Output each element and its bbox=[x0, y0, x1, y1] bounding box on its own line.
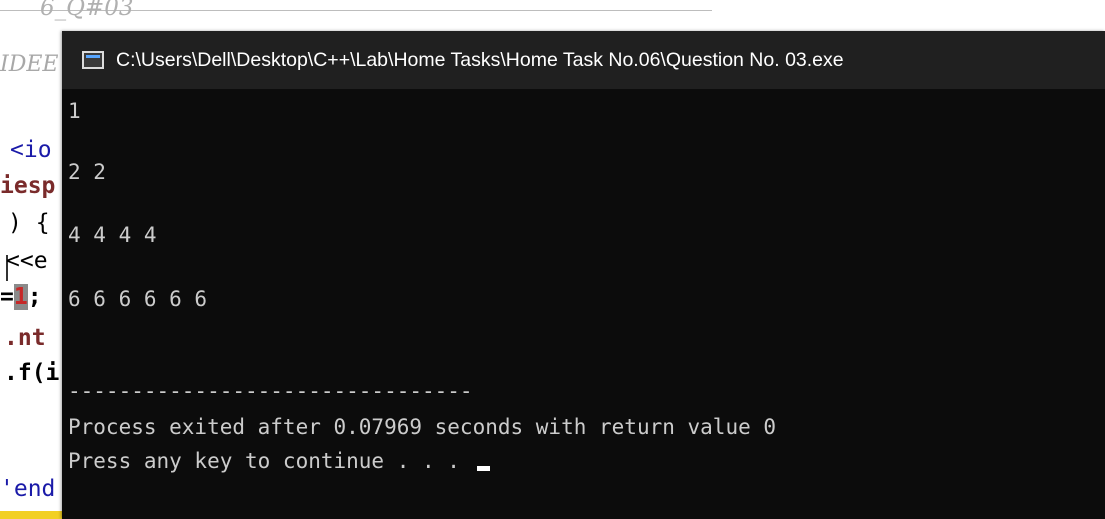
editor-status-strip bbox=[0, 511, 62, 519]
output-separator: -------------------------------- bbox=[68, 379, 473, 403]
exit-message: Process exited after 0.07969 seconds wit… bbox=[68, 415, 777, 439]
editor-cout-line[interactable]: <<e bbox=[6, 247, 48, 275]
console-titlebar[interactable]: C:\Users\Dell\Desktop\C++\Lab\Home Tasks… bbox=[62, 31, 1105, 89]
output-line-2: 2 2 bbox=[68, 160, 106, 184]
console-app-icon bbox=[82, 51, 104, 69]
assign-value-highlight: 1 bbox=[13, 284, 28, 310]
editor-int-line[interactable]: .nt bbox=[4, 324, 46, 352]
output-line-3: 4 4 4 4 bbox=[68, 223, 157, 247]
text-cursor bbox=[476, 466, 490, 471]
editor-endl-line[interactable]: 'end bbox=[0, 475, 55, 503]
editor-header-fragment: 6_Q#03 bbox=[40, 0, 134, 21]
editor-include-line[interactable]: <io bbox=[10, 136, 52, 164]
continue-prompt: Press any key to continue . . . bbox=[68, 449, 473, 473]
console-title: C:\Users\Dell\Desktop\C++\Lab\Home Tasks… bbox=[116, 49, 844, 71]
output-line-1: 1 bbox=[68, 99, 81, 123]
assign-suffix: ; bbox=[27, 284, 42, 310]
editor-assign-line[interactable]: =1; bbox=[0, 283, 42, 311]
console-window[interactable]: C:\Users\Dell\Desktop\C++\Lab\Home Tasks… bbox=[62, 31, 1105, 519]
editor-comment-fragment: IDEE bbox=[0, 52, 59, 77]
editor-namespace-line[interactable]: iesp bbox=[0, 172, 55, 200]
continue-prompt-line: Press any key to continue . . . bbox=[68, 448, 490, 474]
editor-main-line[interactable]: ) { bbox=[8, 209, 50, 237]
editor-if-line[interactable]: .f(i bbox=[4, 359, 59, 387]
console-output[interactable]: 1 2 2 4 4 4 4 6 6 6 6 6 6 --------------… bbox=[68, 89, 1105, 519]
assign-prefix: = bbox=[0, 284, 14, 310]
output-line-4: 6 6 6 6 6 6 bbox=[68, 287, 208, 311]
